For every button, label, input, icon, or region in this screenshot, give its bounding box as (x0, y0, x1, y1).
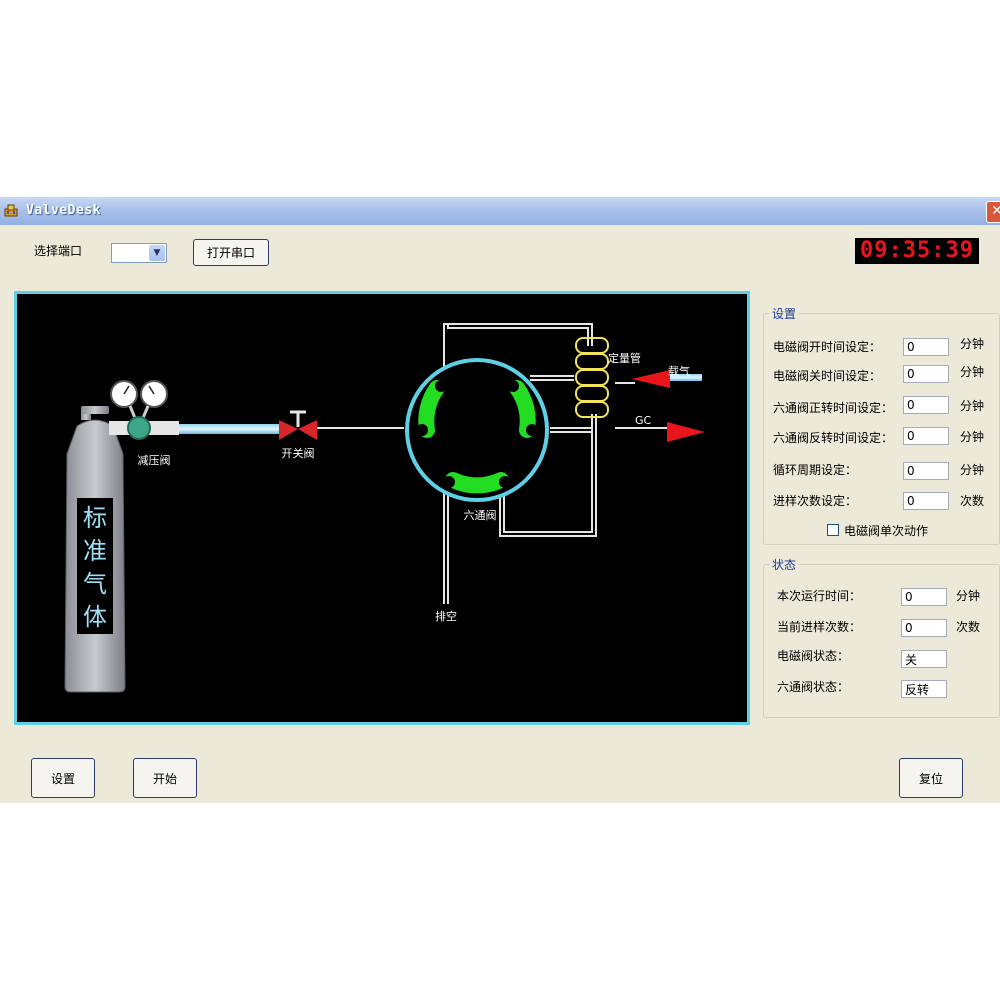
injection-count-label: 进样次数设定： (773, 494, 858, 508)
solenoid-open-time-input[interactable] (903, 338, 949, 356)
carrier-gas-label: 载气 (668, 364, 690, 378)
current-injection-value (901, 619, 947, 637)
window-title: ValveDesk (26, 203, 101, 218)
inlet-tube (179, 424, 279, 434)
gc-arrow (667, 422, 705, 442)
open-port-button[interactable]: 打开串口 (193, 239, 269, 266)
start-button[interactable]: 开始 (133, 758, 197, 798)
app-icon (4, 204, 18, 217)
cylinder-text-2: 准 (83, 537, 107, 565)
sample-loop (575, 337, 609, 418)
port-select[interactable]: ▼ (111, 243, 167, 263)
valve-forward-time-label: 六通阀正转时间设定： (773, 401, 894, 415)
cycle-period-input[interactable] (903, 462, 949, 480)
current-injection-label: 当前进样次数： (777, 620, 862, 634)
cycle-period-unit: 分钟 (960, 463, 985, 477)
settings-group-title: 设置 (770, 305, 799, 322)
loop-label: 定量管 (608, 351, 641, 365)
solenoid-open-time-label: 电磁阀开时间设定： (773, 340, 882, 354)
six-port-valve (405, 358, 549, 502)
six-port-status-value (901, 680, 947, 698)
regulator-label: 减压阀 (138, 453, 171, 467)
cycle-period-label: 循环周期设定： (773, 463, 858, 477)
port-select-label: 选择端口 (34, 244, 83, 258)
solenoid-close-time-label: 电磁阀关时间设定： (773, 369, 882, 383)
run-time-label: 本次运行时间： (777, 589, 862, 603)
valve-reverse-time-label: 六通阀反转时间设定： (773, 431, 894, 445)
pressure-regulator (109, 380, 179, 440)
cylinder-text-4: 体 (83, 603, 107, 631)
solenoid-open-time-unit: 分钟 (960, 337, 985, 351)
single-action-checkbox[interactable] (827, 524, 839, 536)
close-button[interactable]: ✕ (986, 201, 1000, 223)
current-injection-unit: 次数 (956, 620, 981, 634)
chevron-down-icon[interactable]: ▼ (149, 245, 165, 261)
run-time-value (901, 588, 947, 606)
cylinder-text-3: 气 (83, 570, 107, 598)
switch-valve-label: 开关阀 (282, 446, 315, 460)
six-port-status-label: 六通阀状态： (777, 680, 850, 694)
valve-reverse-time-input[interactable] (903, 427, 949, 445)
valve-forward-time-unit: 分钟 (960, 399, 985, 413)
switch-valve (279, 410, 317, 440)
led-clock-display: 09:35:39 (855, 238, 979, 264)
single-action-label: 电磁阀单次动作 (844, 524, 929, 538)
valve-forward-time-input[interactable] (903, 396, 949, 414)
process-diagram: 标 准 气 体 减压阀 开关阀 六通阀 定量管 载气 GC 排空 (14, 291, 750, 725)
process-diagram-canvas: 标 准 气 体 减压阀 开关阀 六通阀 定量管 载气 GC 排空 (64, 323, 705, 693)
cylinder-text-1: 标 (83, 504, 107, 532)
carrier-gas-arrow (632, 370, 670, 388)
vent-label: 排空 (435, 609, 457, 623)
injection-count-input[interactable] (903, 492, 949, 510)
solenoid-status-value (901, 650, 947, 668)
settings-button[interactable]: 设置 (31, 758, 95, 798)
valvedesk-window: ValveDesk ✕ 选择端口 ▼ 打开串口 09:35:39 标 准 气 体… (0, 197, 1000, 803)
gc-label: GC (635, 414, 652, 427)
solenoid-close-time-unit: 分钟 (960, 365, 985, 379)
solenoid-status-label: 电磁阀状态： (777, 649, 850, 663)
title-bar: ValveDesk ✕ (0, 197, 1000, 225)
six-port-valve-label: 六通阀 (464, 508, 497, 522)
status-group-title: 状态 (770, 556, 799, 573)
valve-reverse-time-unit: 分钟 (960, 430, 985, 444)
injection-count-unit: 次数 (960, 494, 985, 508)
solenoid-close-time-input[interactable] (903, 365, 949, 383)
reset-button[interactable]: 复位 (899, 758, 963, 798)
run-time-unit: 分钟 (956, 589, 981, 603)
